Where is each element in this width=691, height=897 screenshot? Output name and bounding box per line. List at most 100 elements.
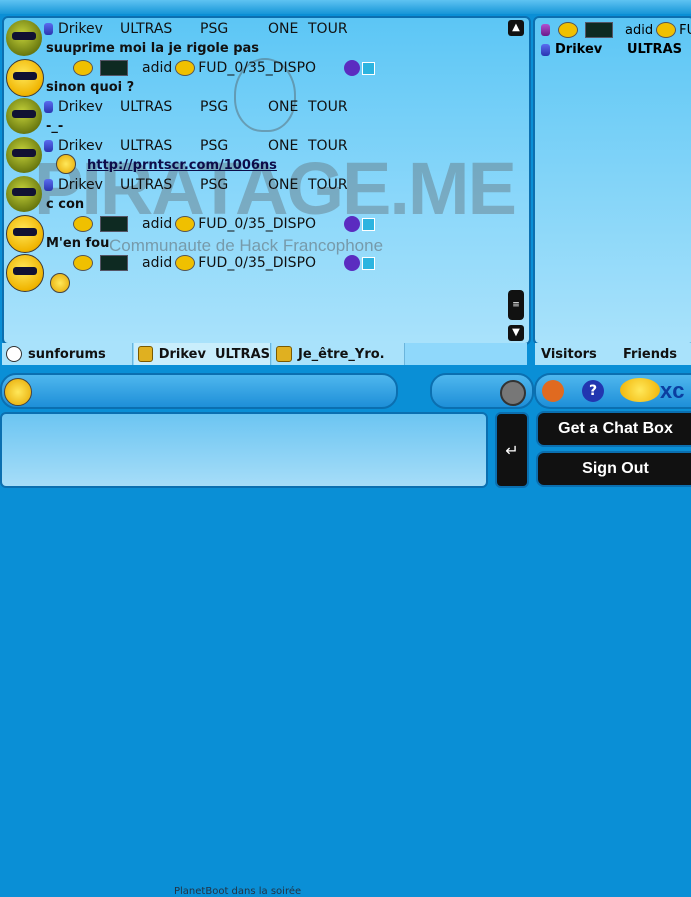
help-icon[interactable]: ?	[582, 380, 604, 402]
window-frame-top	[0, 0, 691, 14]
smiley-badge-icon	[175, 255, 195, 271]
laptop-icon	[585, 22, 613, 38]
tab-sunforums[interactable]: sunforums	[2, 343, 133, 365]
lock-icon	[276, 346, 292, 362]
user-list-tag: ULTRAS	[627, 42, 682, 57]
message-text: -_-	[46, 119, 63, 134]
user-tag: PSG	[200, 21, 268, 37]
user-list-status: FU	[679, 23, 691, 38]
user-gender-icon	[44, 23, 53, 35]
scroll-down-button[interactable]: ▼	[508, 325, 524, 341]
user-status: FUD_0/35_DISPO	[198, 60, 316, 76]
user-tag: ONE	[268, 138, 308, 154]
user-tag: TOUR	[308, 99, 348, 115]
tab-je-etre-yro[interactable]: Je_être_Yro.	[272, 343, 405, 365]
smiley-badge-icon	[175, 216, 195, 232]
message-username[interactable]: adid	[142, 60, 172, 76]
grinning-emoji-icon	[50, 273, 70, 293]
user-tag: TOUR	[308, 21, 348, 37]
profile-badge-icon[interactable]	[344, 60, 360, 76]
tab-label: Drikev ULTRAS	[159, 347, 270, 362]
user-gender-icon	[44, 101, 53, 113]
message-header: adid FUD_0/35_DISPO	[70, 60, 375, 76]
chat-message-panel[interactable]: PIRATAGE.ME Communaute de Hack Francopho…	[2, 16, 531, 345]
scroll-up-button[interactable]: ▲	[508, 20, 524, 36]
tab-visitors[interactable]: Visitors	[535, 343, 619, 365]
message-text: suuprime moi la je rigole pas	[46, 41, 259, 56]
user-list-item[interactable]: adid FU	[541, 22, 691, 38]
user-gender-icon	[44, 140, 53, 152]
user-tag: PSG	[200, 138, 268, 154]
message-header: Drikev ULTRAS PSG ONE TOUR	[44, 138, 348, 154]
users-icon[interactable]	[542, 380, 564, 402]
message-username[interactable]: adid	[142, 255, 172, 271]
profile-badge-icon[interactable]	[344, 216, 360, 232]
user-tag: ULTRAS	[120, 138, 200, 154]
home-icon[interactable]	[362, 62, 375, 75]
alien-avatar-icon[interactable]	[6, 176, 42, 212]
sign-out-button[interactable]: Sign Out	[536, 451, 691, 487]
surprised-emoji-icon	[56, 154, 76, 174]
tab-label: Je_être_Yro.	[298, 347, 385, 362]
xat-logo-text: xc	[660, 378, 684, 404]
message-username[interactable]: adid	[142, 216, 172, 232]
sunglasses-smiley-avatar-icon[interactable]	[6, 254, 44, 292]
send-button[interactable]: ↵	[495, 412, 529, 488]
tab-friends[interactable]: Friends	[619, 343, 691, 365]
message-header: adid FUD_0/35_DISPO	[70, 255, 375, 271]
message-header: Drikev ULTRAS PSG ONE TOUR	[44, 21, 348, 37]
chat-message: Drikev ULTRAS PSG ONE TOUR c con	[6, 176, 506, 216]
message-header: Drikev ULTRAS PSG ONE TOUR	[44, 99, 348, 115]
user-list-item[interactable]: Drikev ULTRAS	[541, 42, 682, 57]
laptop-icon	[100, 255, 128, 271]
smiley-badge-icon	[175, 60, 195, 76]
user-list-name: adid	[625, 23, 653, 38]
user-tag: ONE	[268, 99, 308, 115]
alien-avatar-icon[interactable]	[6, 20, 42, 56]
chat-message: adid FUD_0/35_DISPO M'en fou	[6, 215, 506, 255]
user-gender-icon	[541, 44, 550, 56]
chat-message: Drikev ULTRAS PSG ONE TOUR http://prntsc…	[6, 137, 506, 177]
get-chat-box-button[interactable]: Get a Chat Box	[536, 411, 691, 447]
user-tag: ULTRAS	[120, 177, 200, 193]
scroll-thumb[interactable]: ≡	[508, 290, 524, 320]
alien-avatar-icon[interactable]	[6, 98, 42, 134]
message-link[interactable]: http://prntscr.com/1006ns	[87, 158, 277, 173]
chat-message: Drikev ULTRAS PSG ONE TOUR suuprime moi …	[6, 20, 506, 60]
user-tag: TOUR	[308, 138, 348, 154]
user-tag: ONE	[268, 177, 308, 193]
message-username[interactable]: Drikev	[58, 177, 120, 193]
alien-avatar-icon[interactable]	[6, 137, 42, 173]
tab-drikev[interactable]: Drikev ULTRAS	[134, 343, 271, 365]
smiley-badge-icon	[73, 255, 93, 271]
user-tag: ULTRAS	[120, 99, 200, 115]
home-icon[interactable]	[362, 257, 375, 270]
emoticon-button-icon[interactable]	[4, 378, 32, 406]
message-composer: PlanetBoot dans la soirée	[0, 412, 488, 488]
message-input[interactable]	[6, 416, 480, 470]
message-username[interactable]: Drikev	[58, 99, 120, 115]
sound-bar	[430, 373, 534, 409]
user-tag: ULTRAS	[120, 21, 200, 37]
chat-message: adid FUD_0/35_DISPO	[6, 254, 506, 294]
chat-scrollbar[interactable]: ▲ ≡ ▼	[508, 20, 524, 338]
status-text: PlanetBoot dans la soirée	[174, 886, 301, 897]
chat-message: Drikev ULTRAS PSG ONE TOUR -_-	[6, 98, 506, 138]
home-icon[interactable]	[362, 218, 375, 231]
tools-bar: ? xc	[534, 373, 691, 409]
profile-badge-icon[interactable]	[344, 255, 360, 271]
message-username[interactable]: Drikev	[58, 21, 120, 37]
message-text: c con	[46, 197, 84, 212]
sunglasses-smiley-avatar-icon[interactable]	[6, 59, 44, 97]
user-tag: TOUR	[308, 177, 348, 193]
smiley-badge-icon	[73, 60, 93, 76]
message-username[interactable]: Drikev	[58, 138, 120, 154]
message-header: Drikev ULTRAS PSG ONE TOUR	[44, 177, 348, 193]
room-tabs: sunforums Drikev ULTRAS Je_être_Yro.	[2, 343, 527, 365]
sunglasses-smiley-avatar-icon[interactable]	[6, 215, 44, 253]
user-status: FUD_0/35_DISPO	[198, 255, 316, 271]
user-tag: PSG	[200, 99, 268, 115]
user-list-panel[interactable]: adid FU Drikev ULTRAS	[533, 16, 691, 345]
user-gender-icon	[541, 24, 550, 36]
sound-mute-icon[interactable]	[500, 380, 526, 406]
